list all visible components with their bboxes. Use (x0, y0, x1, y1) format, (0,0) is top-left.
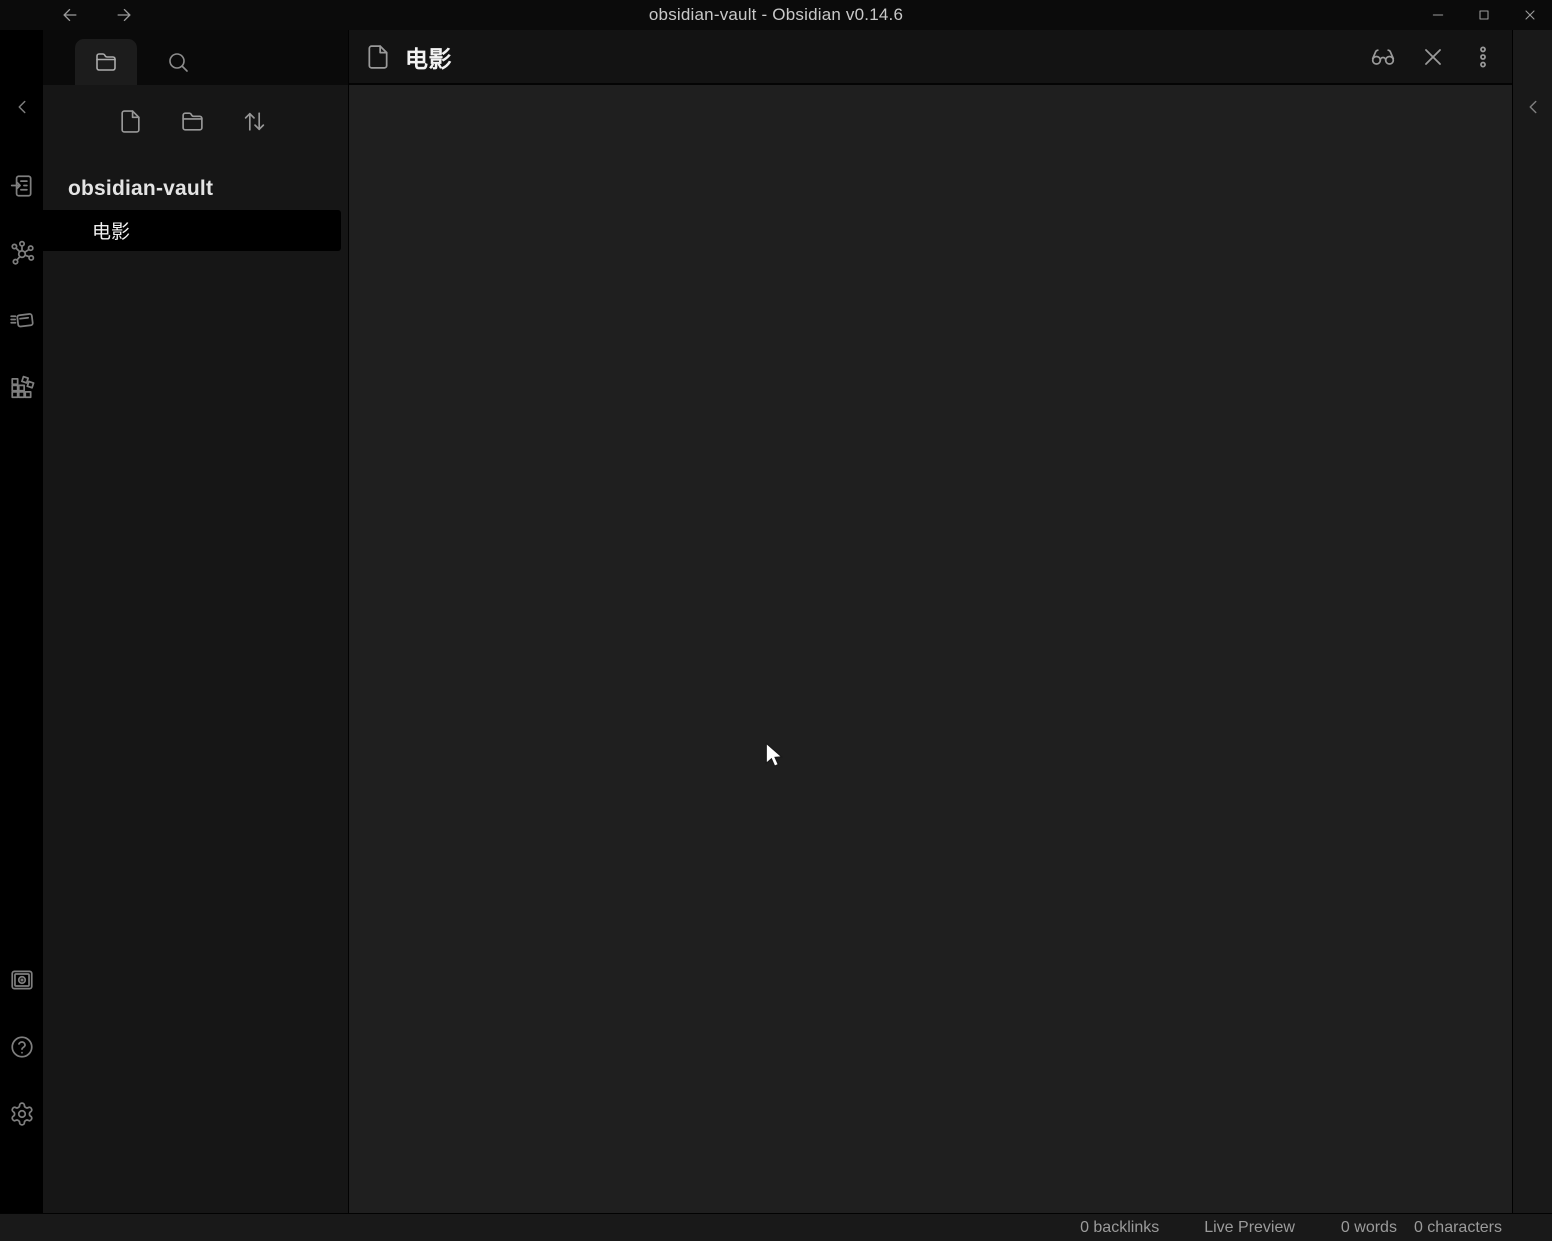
file-explorer-actions (115, 107, 348, 135)
file-item-title: 电影 (92, 217, 130, 244)
note-title: 电影 (405, 40, 452, 74)
quick-switcher-icon (9, 173, 35, 199)
reading-view-button[interactable] (1368, 42, 1398, 72)
open-vault-button[interactable] (8, 966, 36, 994)
file-item-selected[interactable]: 电影 (43, 210, 341, 251)
file-explorer-panel: obsidian-vault 电影 (43, 85, 348, 1213)
sidebar-tabstrip (43, 30, 348, 85)
expand-right-sidebar-button[interactable] (1519, 93, 1547, 121)
search-icon (166, 50, 190, 74)
status-bar: 0 backlinks Live Preview 0 words 0 chara… (0, 1213, 1552, 1241)
close-tab-button[interactable] (1418, 42, 1448, 72)
tab-file-explorer[interactable] (75, 39, 137, 85)
maximize-icon (1476, 7, 1492, 23)
maximize-button[interactable] (1470, 4, 1498, 26)
folder-icon (94, 50, 118, 74)
cards-button[interactable] (8, 306, 36, 334)
close-window-button[interactable] (1516, 4, 1544, 26)
editor-tab-header: 电影 (349, 30, 1512, 85)
sort-arrows-icon (242, 109, 267, 134)
more-vertical-icon (1470, 44, 1496, 70)
more-options-button[interactable] (1468, 42, 1498, 72)
new-note-button[interactable] (115, 107, 145, 135)
close-icon (1522, 7, 1538, 23)
chevron-left-icon (11, 96, 33, 118)
right-sidebar-collapsed (1512, 30, 1552, 1213)
vault-name[interactable]: obsidian-vault (68, 177, 348, 201)
status-character-count: 0 characters (1414, 1219, 1502, 1237)
minimize-button[interactable] (1424, 4, 1452, 26)
window-controls (1424, 4, 1552, 26)
status-word-count: 0 words (1341, 1219, 1397, 1237)
editor-actions (1368, 42, 1498, 72)
new-folder-icon (180, 109, 205, 134)
help-circle-icon (9, 1034, 35, 1060)
collapse-left-sidebar-button[interactable] (8, 93, 36, 121)
minimize-icon (1430, 7, 1446, 23)
status-editor-mode[interactable]: Live Preview (1204, 1219, 1295, 1237)
quick-switcher-button[interactable] (8, 172, 36, 200)
gear-icon (9, 1101, 35, 1127)
new-folder-button[interactable] (177, 107, 207, 135)
status-backlinks[interactable]: 0 backlinks (1080, 1219, 1159, 1237)
history-nav (56, 4, 138, 26)
left-sidebar: obsidian-vault 电影 (43, 30, 349, 1213)
new-note-icon (118, 109, 143, 134)
note-file-icon (365, 44, 391, 70)
sort-order-button[interactable] (239, 107, 269, 135)
navigate-forward-button[interactable] (110, 4, 138, 26)
blocks-grid-icon (9, 374, 35, 400)
tab-search[interactable] (147, 39, 209, 85)
editor-pane: 电影 (349, 30, 1512, 1213)
graph-view-icon (9, 240, 35, 266)
titlebar: obsidian-vault - Obsidian v0.14.6 (0, 0, 1552, 30)
chevron-left-icon (1522, 96, 1544, 118)
obsidian-window: obsidian-vault - Obsidian v0.14.6 (0, 0, 1552, 1241)
navigate-back-button[interactable] (56, 4, 84, 26)
window-title: obsidian-vault - Obsidian v0.14.6 (0, 5, 1552, 25)
glasses-icon (1370, 44, 1396, 70)
close-icon (1420, 44, 1446, 70)
blocks-button[interactable] (8, 373, 36, 401)
vault-icon (9, 967, 35, 993)
arrow-left-icon (60, 5, 80, 25)
editor-content[interactable] (349, 85, 1512, 1213)
cards-icon (9, 307, 35, 333)
left-ribbon (0, 30, 43, 1213)
graph-view-button[interactable] (8, 239, 36, 267)
help-button[interactable] (8, 1033, 36, 1061)
arrow-right-icon (114, 5, 134, 25)
settings-button[interactable] (8, 1100, 36, 1128)
